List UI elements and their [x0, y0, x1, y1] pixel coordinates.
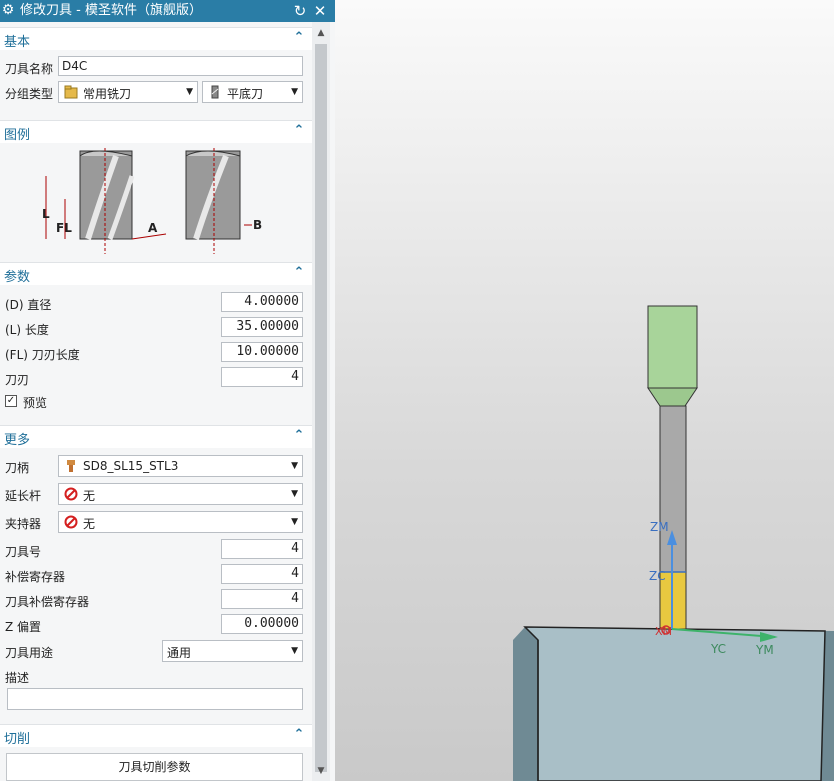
chevron-down-icon: ▼ — [291, 87, 298, 97]
tool-type-dropdown[interactable]: 平底刀 ▼ — [202, 81, 303, 103]
section-more-title: 更多 — [4, 433, 31, 448]
tool-comp-register-label: 刀具补偿寄存器 — [5, 595, 90, 609]
label-A: A — [148, 221, 158, 235]
flutes-input[interactable]: 4 — [221, 367, 303, 387]
group-type-dropdown[interactable]: 常用铣刀 ▼ — [58, 81, 198, 103]
chevron-up-icon[interactable]: ⌃ — [292, 264, 306, 282]
flutes-label: 刀刃 — [5, 373, 30, 387]
modify-tool-dialog: ⚙ 修改刀具 - 模圣软件（旗舰版） ↻ ✕ 基本 ⌃ 刀具名称 D4C 分组类… — [0, 0, 335, 781]
prohibited-icon — [64, 515, 78, 529]
section-params-title: 参数 — [4, 270, 31, 285]
chevron-up-icon[interactable]: ⌃ — [292, 726, 306, 744]
chevron-down-icon: ▼ — [186, 87, 193, 97]
tool-name-label: 刀具名称 — [5, 62, 54, 76]
section-basic-title: 基本 — [4, 35, 31, 50]
holder-label: 刀柄 — [5, 461, 30, 475]
holder-value: SD8_SL15_STL3 — [83, 459, 179, 473]
axis-label-yc: YC — [710, 642, 726, 656]
section-params[interactable]: 参数 ⌃ — [0, 262, 312, 285]
dialog-panel: 基本 ⌃ 刀具名称 D4C 分组类型 常用铣刀 ▼ 平底刀 ▼ 图例 ⌃ L F… — [0, 22, 312, 781]
prohibited-icon — [64, 487, 78, 501]
holder-dropdown[interactable]: SD8_SL15_STL3 ▼ — [58, 455, 303, 477]
axis-label-zm: ZM — [650, 520, 669, 534]
z-offset-label: Z 偏置 — [5, 620, 42, 634]
section-cut-title: 切削 — [4, 732, 31, 747]
chevron-up-icon[interactable]: ⌃ — [292, 29, 306, 47]
tool-holder-taper — [647, 387, 698, 407]
axis-label-xm: XM — [655, 625, 672, 638]
chevron-down-icon: ▼ — [291, 489, 298, 499]
holder-icon — [67, 460, 75, 472]
extension-dropdown[interactable]: 无 ▼ — [58, 483, 303, 505]
graphics-viewport[interactable]: ZM ZC YC YM XM — [335, 0, 834, 781]
chevron-up-icon[interactable]: ⌃ — [292, 427, 306, 445]
tool-diagram: L FL A R1 D B D R1 — [42, 148, 262, 254]
comp-register-input[interactable]: 4 — [221, 564, 303, 584]
gear-icon: ⚙ — [1, 2, 15, 18]
tool-holder — [647, 305, 698, 389]
group-type-value: 常用铣刀 — [83, 87, 132, 101]
folder-icon — [64, 85, 78, 99]
description-input[interactable] — [7, 688, 303, 710]
chevron-down-icon: ▼ — [291, 461, 298, 471]
section-diagram-title: 图例 — [4, 128, 31, 143]
flute-length-input[interactable]: 10.00000 — [221, 342, 303, 362]
tool-usage-dropdown[interactable]: 通用 ▼ — [162, 640, 303, 662]
axis-label-zc: ZC — [649, 569, 666, 583]
chevron-down-icon: ▼ — [291, 646, 298, 656]
tool-usage-value: 通用 — [167, 646, 192, 660]
label-FL: FL — [56, 221, 72, 235]
diameter-input[interactable]: 4.00000 — [221, 292, 303, 312]
scroll-thumb[interactable] — [315, 44, 327, 772]
extension-value: 无 — [83, 489, 96, 503]
clamp-value: 无 — [83, 517, 96, 531]
section-diagram[interactable]: 图例 ⌃ — [0, 120, 312, 143]
reset-icon[interactable]: ↻ — [292, 2, 308, 20]
description-label: 描述 — [5, 671, 30, 685]
label-L: L — [42, 207, 50, 221]
panel-scrollbar[interactable]: ▲ ▼ — [312, 22, 330, 781]
axis-label-ym: YM — [755, 643, 774, 657]
close-icon[interactable]: ✕ — [312, 2, 328, 20]
z-offset-input[interactable]: 0.00000 — [221, 614, 303, 634]
tool-usage-label: 刀具用途 — [5, 646, 54, 660]
section-cut[interactable]: 切削 ⌃ — [0, 724, 312, 747]
comp-register-label: 补偿寄存器 — [5, 570, 66, 584]
tool-comp-register-input[interactable]: 4 — [221, 589, 303, 609]
scene-3d: ZM ZC YC YM XM — [513, 305, 834, 781]
length-input[interactable]: 35.00000 — [221, 317, 303, 337]
label-B: B — [253, 218, 262, 232]
flute-length-label: (FL) 刀刃长度 — [5, 348, 80, 362]
scroll-down-icon[interactable]: ▼ — [312, 762, 330, 780]
section-more[interactable]: 更多 ⌃ — [0, 425, 312, 448]
title-bar: ⚙ 修改刀具 - 模圣软件（旗舰版） ↻ ✕ — [0, 0, 335, 22]
clamp-dropdown[interactable]: 无 ▼ — [58, 511, 303, 533]
tool-number-label: 刀具号 — [5, 545, 42, 559]
section-basic[interactable]: 基本 ⌃ — [0, 27, 312, 50]
preview-label: 预览 — [23, 396, 48, 410]
chevron-down-icon: ▼ — [291, 517, 298, 527]
clamp-label: 夹持器 — [5, 517, 42, 531]
group-type-label: 分组类型 — [5, 87, 54, 101]
tool-number-input[interactable]: 4 — [221, 539, 303, 559]
window-title: 修改刀具 - 模圣软件（旗舰版） — [20, 3, 202, 18]
diameter-label: (D) 直径 — [5, 298, 52, 312]
stock-block — [523, 626, 826, 781]
extension-label: 延长杆 — [5, 489, 42, 503]
end-mill-icon — [211, 85, 219, 99]
length-label: (L) 长度 — [5, 323, 49, 337]
chevron-up-icon[interactable]: ⌃ — [292, 122, 306, 140]
preview-checkbox[interactable]: ✓ — [5, 395, 17, 407]
tool-type-value: 平底刀 — [227, 87, 264, 101]
scroll-up-icon[interactable]: ▲ — [312, 24, 330, 42]
tool-name-input[interactable]: D4C — [58, 56, 303, 76]
cut-params-button[interactable]: 刀具切削参数 — [6, 753, 303, 781]
